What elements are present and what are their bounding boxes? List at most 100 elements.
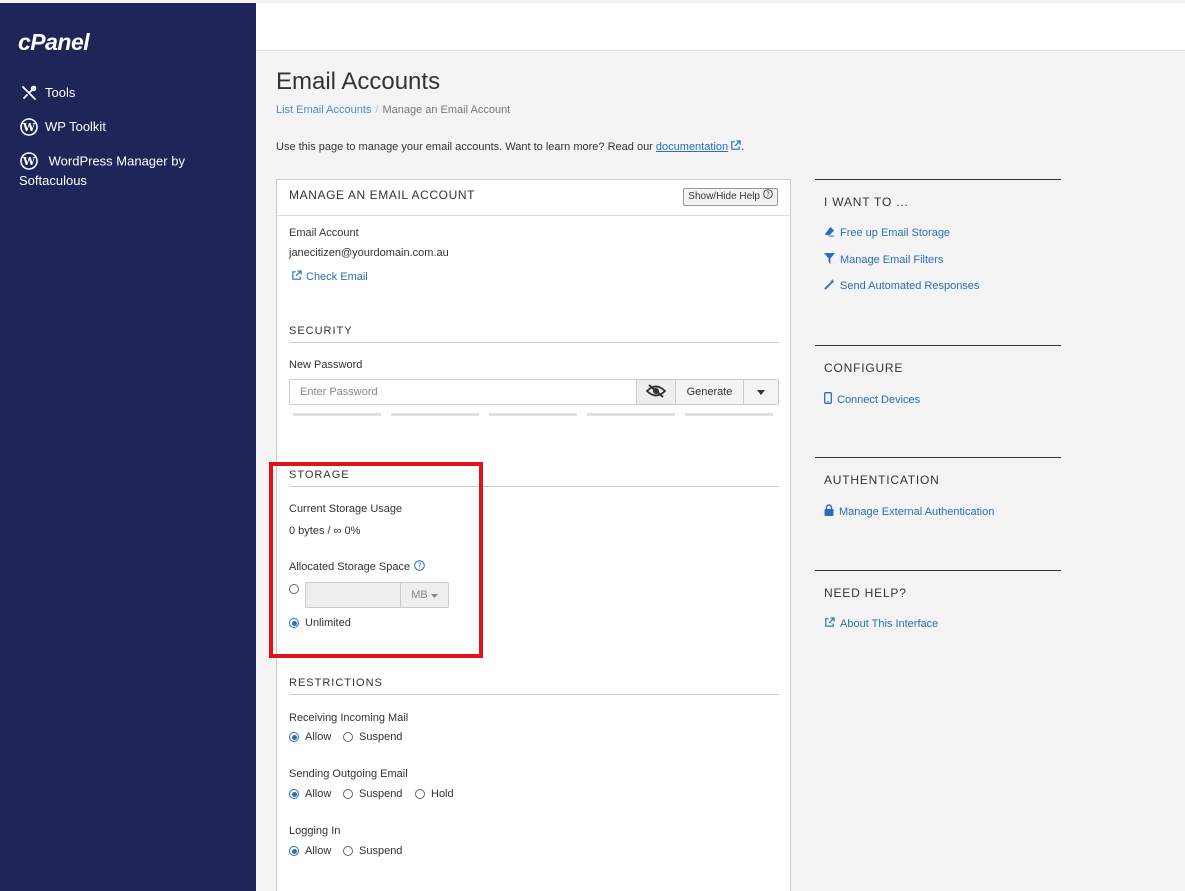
check-email-label: Check Email <box>306 271 368 283</box>
link-label: Connect Devices <box>837 393 921 406</box>
connect-devices-link[interactable]: Connect Devices <box>824 392 920 407</box>
breadcrumb: List Email Accounts / Manage an Email Acco… <box>276 104 510 116</box>
external-link-icon <box>291 270 302 284</box>
link-label: Manage External Authentication <box>839 505 995 518</box>
sidebar-item-tools[interactable]: Tools <box>19 83 244 102</box>
login-suspend-radio[interactable]: Suspend <box>343 845 402 857</box>
send-automated-responses-link[interactable]: Send Automated Responses <box>824 279 979 293</box>
lock-icon <box>824 504 834 519</box>
manage-email-account-panel: MANAGE AN EMAIL ACCOUNT Show/Hide Help ?… <box>276 179 791 891</box>
caret-down-icon <box>757 386 765 398</box>
radio-label: Allow <box>305 788 332 800</box>
radio-button[interactable] <box>289 846 299 856</box>
panel-divider <box>277 215 790 216</box>
quota-unlimited-radio[interactable]: Unlimited <box>289 617 351 629</box>
new-password-input[interactable] <box>289 379 637 405</box>
need-help-divider <box>815 570 1061 571</box>
receiving-incoming-mail-label: Receiving Incoming Mail <box>289 712 409 724</box>
radio-button[interactable] <box>289 732 299 742</box>
link-label: About This Interface <box>840 618 939 630</box>
sidebar-nav: Tools W WP Toolkit W WordPress Manager b… <box>19 83 244 205</box>
need-help-title: NEED HELP? <box>824 586 907 600</box>
caret-down-icon <box>430 589 438 601</box>
sidebar-item-wp-toolkit[interactable]: W WP Toolkit <box>19 117 244 136</box>
incoming-allow-radio[interactable]: Allow <box>289 731 331 743</box>
about-this-interface-link[interactable]: About This Interface <box>824 617 938 631</box>
generate-options-dropdown[interactable] <box>743 379 779 405</box>
svg-text:W: W <box>21 155 35 168</box>
incoming-suspend-radio[interactable]: Suspend <box>343 731 402 743</box>
radio-button[interactable] <box>289 789 299 799</box>
svg-text:?: ? <box>766 191 770 199</box>
security-title: SECURITY <box>289 325 353 337</box>
free-up-storage-link[interactable]: Free up Email Storage <box>824 226 950 240</box>
quota-unit-label: MB <box>411 589 428 601</box>
panel-heading: MANAGE AN EMAIL ACCOUNT <box>289 188 476 202</box>
top-bar <box>256 3 1185 51</box>
storage-divider <box>289 486 779 487</box>
intro-text-body: Use this page to manage your email accou… <box>276 141 653 153</box>
radio-button[interactable] <box>289 618 299 628</box>
allocated-storage-label-text: Allocated Storage Space <box>289 561 411 573</box>
quota-unit-select[interactable]: MB <box>400 582 449 608</box>
breadcrumb-separator: / <box>375 104 379 116</box>
email-account-value: janecitizen@yourdomain.com.au <box>289 247 449 259</box>
radio-label: Allow <box>305 731 332 743</box>
link-label: Send Automated Responses <box>840 280 980 292</box>
svg-text:?: ? <box>418 561 422 570</box>
radio-button[interactable] <box>343 789 353 799</box>
strength-segment <box>293 413 381 416</box>
authentication-title: AUTHENTICATION <box>824 473 940 487</box>
new-password-label: New Password <box>289 359 363 371</box>
breadcrumb-link-list-email-accounts[interactable]: List Email Accounts <box>276 104 371 116</box>
documentation-link[interactable]: documentation <box>656 141 728 153</box>
restrictions-divider <box>289 694 779 695</box>
sidebar-item-wordpress-manager[interactable]: W WordPress Manager by Softaculous <box>19 151 244 190</box>
outgoing-allow-radio[interactable]: Allow <box>289 788 331 800</box>
sidebar-item-label: WordPress Manager by Softaculous <box>19 153 185 188</box>
intro-text: Use this page to manage your email accou… <box>276 140 744 153</box>
manage-external-authentication-link[interactable]: Manage External Authentication <box>824 504 994 519</box>
question-icon: ? <box>763 189 773 205</box>
logging-in-label: Logging In <box>289 825 341 837</box>
cpanel-logo[interactable]: cPanel <box>18 29 90 56</box>
sidebar-item-label: WP Toolkit <box>45 119 106 134</box>
email-account-label: Email Account <box>289 227 359 239</box>
show-hide-help-button[interactable]: Show/Hide Help ? <box>683 188 778 206</box>
breadcrumb-current: Manage an Email Account <box>382 104 511 116</box>
generate-password-button[interactable]: Generate <box>675 379 744 405</box>
current-storage-usage-value: 0 bytes / ∞ 0% <box>289 525 361 537</box>
help-button-label: Show/Hide Help <box>688 191 760 202</box>
storage-title: STORAGE <box>289 469 350 481</box>
outgoing-suspend-radio[interactable]: Suspend <box>343 788 402 800</box>
quota-custom-radio[interactable] <box>289 584 305 594</box>
radio-label: Hold <box>431 788 454 800</box>
strength-segment <box>391 413 479 416</box>
authentication-divider <box>815 457 1061 458</box>
current-storage-usage-label: Current Storage Usage <box>289 503 403 515</box>
mobile-phone-icon <box>824 392 832 407</box>
external-link-icon <box>824 617 835 631</box>
page-title: Email Accounts <box>276 68 441 95</box>
i-want-to-title: I WANT TO ... <box>824 195 909 209</box>
check-email-link[interactable]: Check Email <box>291 270 368 284</box>
radio-button[interactable] <box>343 732 353 742</box>
magic-wand-icon <box>824 279 835 293</box>
sidebar: cPanel Tools W WP Toolkit W WordPress Ma… <box>0 3 256 891</box>
filter-icon <box>824 253 835 267</box>
quota-input[interactable] <box>305 582 401 608</box>
radio-button[interactable] <box>289 584 299 594</box>
wordpress-icon: W <box>19 151 38 170</box>
sidebar-item-label: Tools <box>45 85 76 100</box>
radio-button[interactable] <box>415 789 425 799</box>
radio-button[interactable] <box>343 846 353 856</box>
strength-segment <box>685 413 773 416</box>
help-icon[interactable]: ? <box>414 560 425 574</box>
manage-email-filters-link[interactable]: Manage Email Filters <box>824 253 943 267</box>
login-allow-radio[interactable]: Allow <box>289 845 331 857</box>
sending-outgoing-email-label: Sending Outgoing Email <box>289 768 408 780</box>
external-link-icon <box>728 140 741 153</box>
outgoing-hold-radio[interactable]: Hold <box>415 788 454 800</box>
configure-title: CONFIGURE <box>824 361 904 375</box>
toggle-password-visibility-button[interactable] <box>636 379 676 405</box>
